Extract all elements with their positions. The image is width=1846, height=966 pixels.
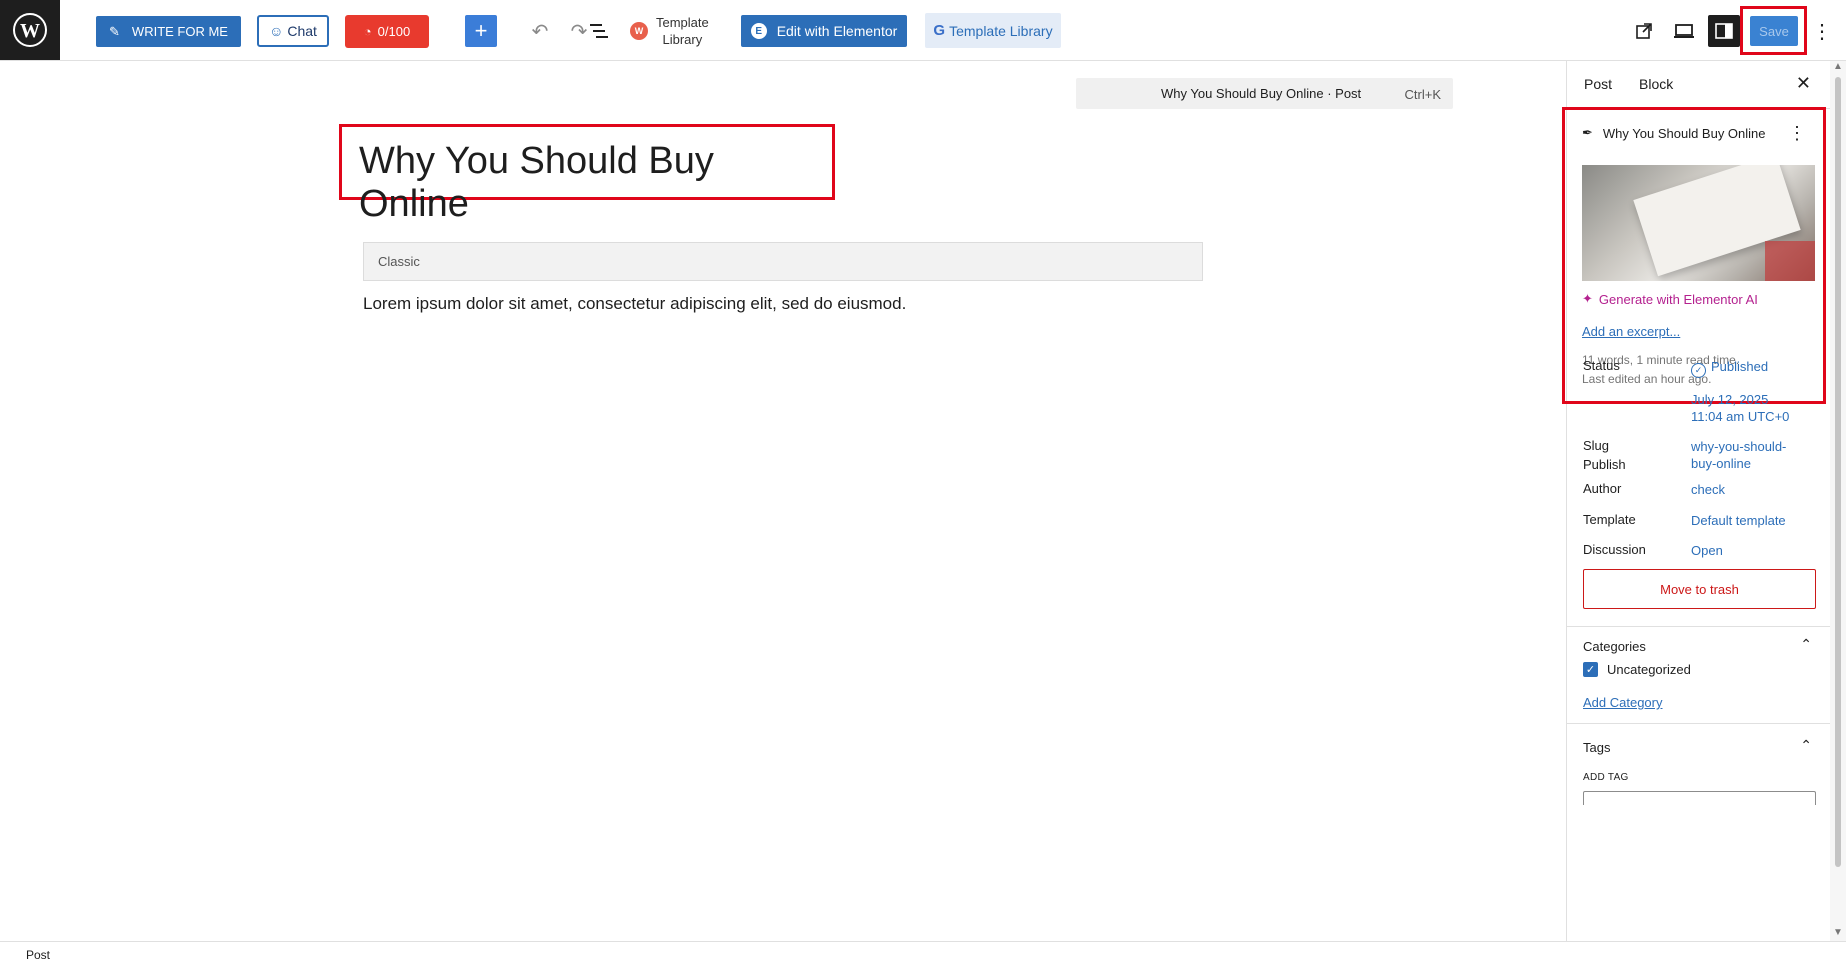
template-library-label: Template Library (949, 22, 1053, 39)
categories-heading[interactable]: Categories (1583, 639, 1646, 654)
post-feather-icon: ✒ (1582, 125, 1593, 140)
divider (1567, 626, 1831, 627)
discussion-label: Discussion (1583, 542, 1646, 557)
command-palette-bar[interactable]: Why You Should Buy Online · Post Ctrl+K (1076, 78, 1453, 109)
featured-image[interactable] (1582, 165, 1815, 281)
undo-icon[interactable]: ↶ (526, 18, 554, 44)
tags-heading[interactable]: Tags (1583, 740, 1610, 755)
command-bar-shortcut: Ctrl+K (1404, 87, 1441, 102)
status-value-text: Published (1711, 359, 1769, 374)
template-value[interactable]: Default template (1691, 512, 1801, 529)
move-to-trash-button[interactable]: Move to trash (1583, 569, 1816, 609)
close-icon[interactable]: ✕ (1796, 73, 1811, 94)
status-label: Status (1583, 358, 1620, 373)
publish-label: Publish (1583, 457, 1626, 472)
image-accent (1765, 241, 1815, 281)
tab-post[interactable]: Post (1584, 76, 1612, 92)
add-tag-input[interactable] (1583, 791, 1816, 805)
template-library-logo-icon: G (933, 22, 946, 39)
options-menu-icon[interactable]: ⋮ (1812, 17, 1832, 45)
editor-toolbar: W ✎ WRITE FOR ME ☺ Chat ◔ 0/100 + ↶ ↷ W … (0, 0, 1846, 61)
scroll-down-icon[interactable]: ▼ (1833, 927, 1843, 938)
author-value[interactable]: check (1691, 481, 1801, 498)
status-value[interactable]: ✓ Published (1691, 358, 1801, 378)
breadcrumb[interactable]: Post (26, 948, 50, 962)
pencil-icon: ✎ (109, 23, 120, 39)
seo-score-button[interactable]: ◔ 0/100 (345, 15, 429, 48)
post-summary-header: ✒ Why You Should Buy Online (1582, 125, 1766, 141)
sparkle-icon: ✦ (1582, 291, 1593, 306)
chevron-up-icon[interactable]: ⌃ (1800, 737, 1812, 754)
preview-device-icon[interactable] (1670, 17, 1698, 45)
generate-ai-label: Generate with Elementor AI (1598, 291, 1758, 307)
svg-text:W: W (20, 20, 40, 42)
post-summary-title: Why You Should Buy Online (1602, 125, 1766, 141)
add-tag-label: ADD TAG (1583, 772, 1629, 783)
editor-footer: Post (0, 941, 1846, 966)
classic-block-label: Classic (378, 254, 420, 269)
scroll-up-icon[interactable]: ▲ (1833, 61, 1843, 72)
wk-template-library-button[interactable]: W Template Library (630, 14, 709, 48)
add-block-button[interactable]: + (465, 15, 497, 47)
settings-sidebar-toggle[interactable] (1708, 15, 1740, 47)
gauge-icon: ◔ (363, 24, 372, 39)
edit-with-elementor-label: Edit with Elementor (776, 23, 898, 39)
save-highlight: Save (1740, 6, 1807, 55)
post-body-text[interactable]: Lorem ipsum dolor sit amet, consectetur … (363, 294, 906, 314)
post-title[interactable]: Why You Should Buy Online (359, 140, 832, 226)
seo-score-label: 0/100 (377, 24, 411, 39)
template-library-line2: Library (662, 32, 703, 47)
edit-with-elementor-button[interactable]: E Edit with Elementor (741, 15, 907, 47)
post-title-highlight: Why You Should Buy Online (339, 124, 835, 225)
write-for-me-label: WRITE FOR ME (131, 24, 228, 39)
uncategorized-checkbox[interactable]: ✓ (1583, 662, 1598, 677)
editor-canvas: Why You Should Buy Online · Post Ctrl+K … (0, 61, 1566, 941)
wordpress-logo-icon[interactable]: W (0, 0, 60, 60)
template-label: Template (1583, 512, 1636, 527)
template-library-button[interactable]: G Template Library (925, 13, 1061, 48)
post-actions-icon[interactable]: ⋮ (1788, 123, 1806, 144)
wk-logo-icon: W (630, 22, 648, 40)
sidebar-icon (1715, 23, 1733, 39)
generate-ai-link[interactable]: ✦ Generate with Elementor AI (1582, 291, 1758, 307)
divider (1567, 723, 1831, 724)
add-category-link[interactable]: Add Category (1583, 695, 1663, 710)
chat-label: Chat (287, 23, 317, 39)
write-for-me-button[interactable]: ✎ WRITE FOR ME (96, 16, 241, 47)
command-bar-title: Why You Should Buy Online · Post (1161, 86, 1362, 101)
category-label: Uncategorized (1607, 662, 1691, 677)
plus-icon: + (474, 18, 488, 43)
check-circle-icon: ✓ (1691, 363, 1706, 378)
discussion-value[interactable]: Open (1691, 542, 1801, 559)
slug-value[interactable]: why-you-should-buy-online (1691, 438, 1801, 472)
settings-sidebar: Post Block ✕ ✒ Why You Should Buy Online… (1562, 61, 1831, 941)
template-library-line1: Template (656, 15, 709, 30)
chevron-up-icon[interactable]: ⌃ (1800, 636, 1812, 653)
view-post-external-icon[interactable] (1630, 17, 1658, 45)
sidebar-tabs: Post Block ✕ (1567, 61, 1831, 109)
scroll-thumb[interactable] (1835, 77, 1841, 867)
add-excerpt-link[interactable]: Add an excerpt... (1582, 324, 1680, 339)
chat-bot-icon: ☺ (269, 23, 284, 39)
publish-value[interactable]: July 12, 2025 11:04 am UTC+0 (1691, 391, 1801, 425)
tab-block[interactable]: Block (1639, 76, 1673, 92)
author-label: Author (1583, 481, 1622, 496)
chat-button[interactable]: ☺ Chat (257, 15, 329, 47)
slug-label: Slug (1583, 438, 1610, 453)
sidebar-scrollbar[interactable]: ▲ ▼ (1830, 61, 1846, 941)
classic-block-toolbar[interactable]: Classic (363, 242, 1203, 281)
elementor-icon: E (750, 23, 767, 39)
save-button[interactable]: Save (1750, 16, 1798, 46)
document-overview-icon[interactable] (585, 18, 613, 44)
